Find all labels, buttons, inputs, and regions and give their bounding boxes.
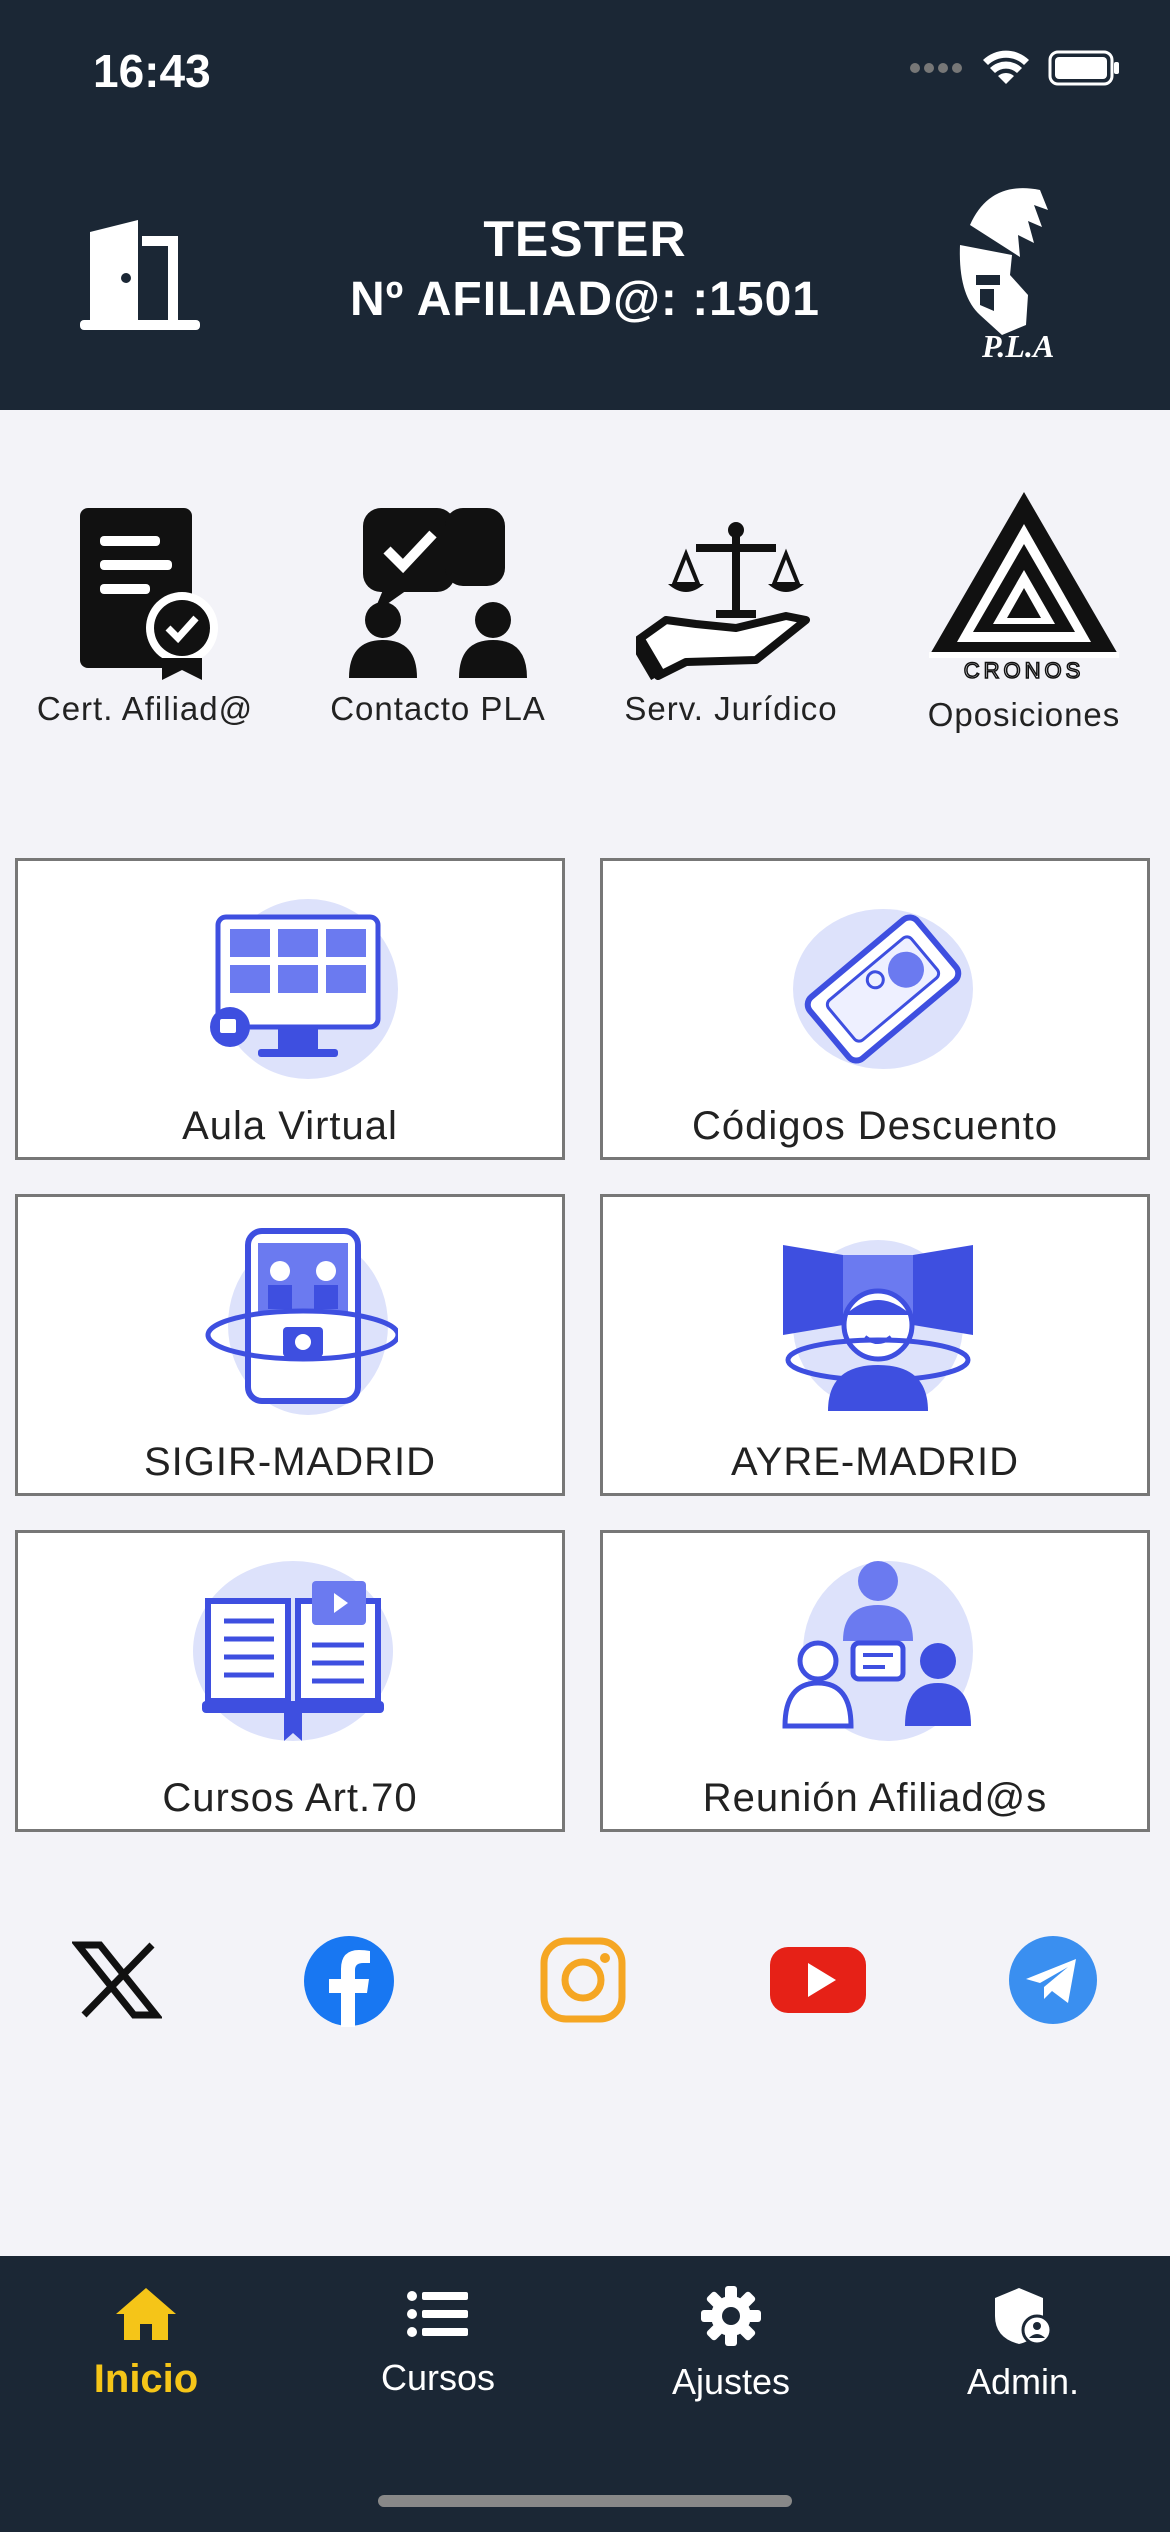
certificate-icon bbox=[80, 508, 218, 680]
user-name: TESTER bbox=[483, 211, 687, 267]
quick-action-legal[interactable]: Serv. Jurídico bbox=[596, 480, 866, 728]
card-cursos-art70[interactable]: Cursos Art.70 bbox=[15, 1530, 565, 1832]
card-ayre-madrid[interactable]: AYRE-MADRID bbox=[600, 1194, 1150, 1496]
wifi-icon bbox=[983, 50, 1029, 84]
chat-people-icon bbox=[349, 508, 527, 678]
pla-logo: P.L.A bbox=[930, 185, 1090, 370]
telegram-icon bbox=[1009, 1936, 1097, 2024]
member-number: Nº AFILIAD@: :1501 bbox=[350, 273, 820, 326]
gear-icon bbox=[701, 2286, 761, 2346]
card-label: AYRE-MADRID bbox=[730, 1440, 1020, 1484]
phone-users-illustration bbox=[205, 1228, 398, 1415]
telegram-link[interactable] bbox=[1008, 1935, 1098, 2030]
cronos-logo: CRONOS bbox=[929, 492, 1119, 680]
tab-label: Admin. bbox=[966, 2361, 1080, 2402]
home-indicator bbox=[378, 2495, 792, 2507]
bottom-tab-bar: Inicio Cursos Ajustes Admin. bbox=[0, 2256, 1170, 2532]
tab-label: Cursos bbox=[380, 2357, 496, 2398]
quick-action-label: Oposiciones bbox=[927, 696, 1121, 733]
card-codigos-descuento[interactable]: Códigos Descuento bbox=[600, 858, 1150, 1160]
cronos-text: CRONOS bbox=[964, 658, 1085, 680]
tab-cursos[interactable]: Cursos bbox=[318, 2286, 558, 2399]
discount-ticket-illustration bbox=[793, 909, 973, 1069]
card-reunion-afiliados[interactable]: Reunión Afiliad@s bbox=[600, 1530, 1150, 1832]
quick-action-certificate[interactable]: Cert. Afiliad@ bbox=[10, 480, 280, 728]
tab-inicio[interactable]: Inicio bbox=[26, 2286, 266, 2402]
instagram-link[interactable] bbox=[538, 1935, 628, 2030]
tab-label: Ajustes bbox=[671, 2361, 791, 2402]
status-time: 16:43 bbox=[93, 45, 211, 97]
vr-person-illustration bbox=[783, 1240, 973, 1411]
card-label: Aula Virtual bbox=[182, 1104, 398, 1148]
card-label: Cursos Art.70 bbox=[162, 1776, 418, 1820]
header-title: TESTER Nº AFILIAD@: :1501 bbox=[280, 210, 890, 327]
logout-door-icon[interactable] bbox=[80, 220, 200, 335]
app-header: 16:43 TESTER Nº AFILIAD@: :1501 P.L.A bbox=[0, 0, 1170, 410]
open-book-illustration bbox=[193, 1561, 393, 1741]
signal-icon bbox=[910, 63, 962, 73]
facebook-icon bbox=[304, 1936, 394, 2027]
admin-shield-icon bbox=[995, 2288, 1053, 2346]
card-sigir-madrid[interactable]: SIGIR-MADRID bbox=[15, 1194, 565, 1496]
quick-action-contact[interactable]: Contacto PLA bbox=[303, 480, 573, 728]
youtube-link[interactable] bbox=[768, 1935, 868, 2030]
status-icons bbox=[910, 50, 1120, 86]
tab-admin[interactable]: Admin. bbox=[903, 2286, 1143, 2403]
quick-action-label: Serv. Jurídico bbox=[624, 690, 838, 727]
quick-action-label: Contacto PLA bbox=[330, 690, 546, 727]
facebook-link[interactable] bbox=[303, 1935, 395, 2032]
list-icon bbox=[407, 2291, 468, 2337]
youtube-icon bbox=[770, 1947, 866, 2013]
battery-icon bbox=[1048, 50, 1119, 86]
logo-text: P.L.A bbox=[981, 328, 1054, 364]
instagram-icon bbox=[540, 1937, 626, 2023]
x-icon bbox=[70, 1941, 164, 2019]
tab-ajustes[interactable]: Ajustes bbox=[611, 2286, 851, 2403]
card-aula-virtual[interactable]: Aula Virtual bbox=[15, 858, 565, 1160]
card-label: Códigos Descuento bbox=[691, 1104, 1059, 1148]
card-label: SIGIR-MADRID bbox=[144, 1440, 436, 1484]
x-link[interactable] bbox=[70, 1935, 164, 2030]
quick-action-oposiciones[interactable]: CRONOS Oposiciones bbox=[889, 480, 1159, 734]
tab-label: Inicio bbox=[93, 2357, 199, 2401]
meeting-people-illustration bbox=[782, 1561, 973, 1741]
video-conference-illustration bbox=[210, 899, 398, 1079]
legal-scale-icon bbox=[636, 522, 810, 680]
card-label: Reunión Afiliad@s bbox=[702, 1776, 1048, 1820]
home-icon bbox=[116, 2288, 176, 2340]
quick-action-label: Cert. Afiliad@ bbox=[36, 690, 254, 727]
